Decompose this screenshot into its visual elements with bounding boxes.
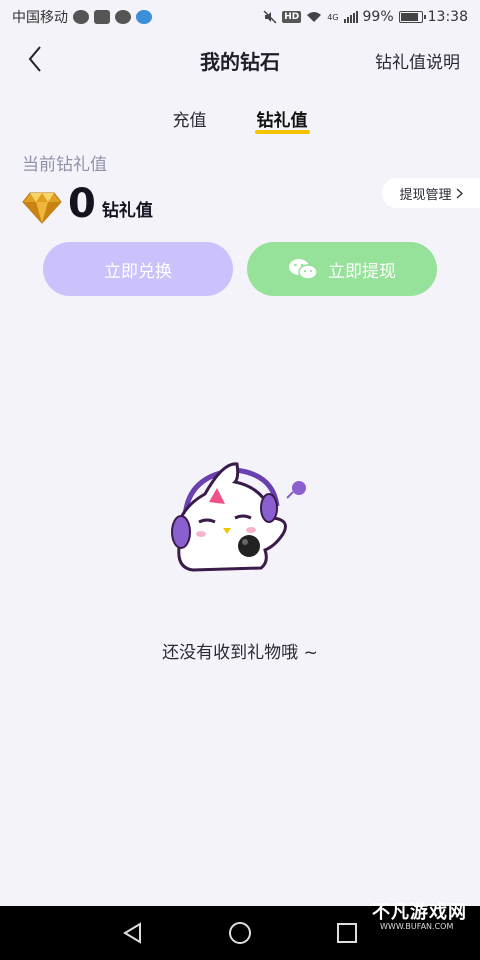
withdraw-button[interactable]: 立即提现 xyxy=(247,242,437,296)
carrier-name: 中国移动 xyxy=(12,10,68,26)
status-right: HD 4G 99% 13:38 xyxy=(263,9,468,25)
watermark-text: 不凡游戏网 xyxy=(372,902,467,923)
page-title: 我的钻石 xyxy=(200,49,280,74)
nav-home-icon[interactable] xyxy=(227,920,253,946)
app-notification-icon xyxy=(94,10,110,24)
network-type: 4G xyxy=(327,13,339,22)
exchange-button-label: 立即兑换 xyxy=(104,261,172,282)
back-button[interactable] xyxy=(20,44,50,74)
hd-badge: HD xyxy=(282,11,302,23)
watermark-url: WWW.BUFAN.COM xyxy=(380,922,454,931)
diamond-icon xyxy=(22,192,62,224)
diamond-value-info-link[interactable]: 钻礼值说明 xyxy=(375,48,460,73)
signal-icon xyxy=(343,11,358,23)
chevron-left-icon xyxy=(28,46,41,72)
tab-bar: 充值 钻礼值 xyxy=(0,100,480,136)
nav-recents-icon[interactable] xyxy=(334,920,360,946)
status-left: 中国移动 xyxy=(12,7,152,27)
balance-value: 0 xyxy=(68,181,96,227)
battery-percent: 99% xyxy=(362,9,394,25)
browser-notification-icon xyxy=(136,10,152,24)
wechat-notification-icon xyxy=(73,10,89,24)
battery-icon xyxy=(398,11,426,23)
balance-row: 0 钻礼值 xyxy=(22,184,153,224)
balance-unit: 钻礼值 xyxy=(101,201,153,221)
balance-label: 当前钻礼值 xyxy=(22,155,107,175)
exchange-button[interactable]: 立即兑换 xyxy=(43,242,233,296)
withdraw-management-label: 提现管理 xyxy=(399,187,452,203)
withdraw-management-button[interactable]: 提现管理 xyxy=(382,178,480,208)
tab-recharge[interactable]: 充值 xyxy=(171,100,209,136)
sleepy-mascot-illustration xyxy=(171,462,306,572)
nav-back-icon[interactable] xyxy=(120,920,146,946)
chevron-right-icon xyxy=(456,187,463,199)
wifi-icon xyxy=(307,12,322,22)
mute-icon xyxy=(263,10,277,24)
status-bar: 中国移动 HD 4G 99% 13:38 xyxy=(0,0,480,34)
tab-diamond-gift-value[interactable]: 钻礼值 xyxy=(254,100,310,136)
header: 我的钻石 钻礼值说明 xyxy=(0,34,480,86)
message-notification-icon xyxy=(115,10,131,24)
withdraw-button-label: 立即提现 xyxy=(328,261,396,282)
empty-state-message: 还没有收到礼物哦 ~ xyxy=(162,643,318,663)
clock: 13:38 xyxy=(427,9,468,25)
wechat-icon xyxy=(289,259,318,280)
